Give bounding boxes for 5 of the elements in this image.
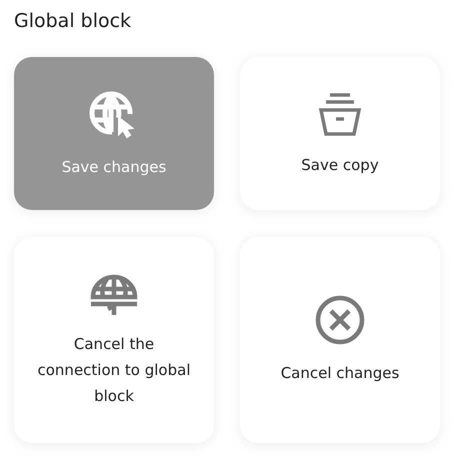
action-card[interactable]: Cancel changes [240, 237, 440, 443]
cancel-icon [314, 294, 366, 346]
action-card[interactable]: Save copy [240, 57, 440, 210]
section-title: Global block [14, 10, 132, 32]
action-card[interactable]: Cancel the connection to global block [14, 237, 214, 443]
